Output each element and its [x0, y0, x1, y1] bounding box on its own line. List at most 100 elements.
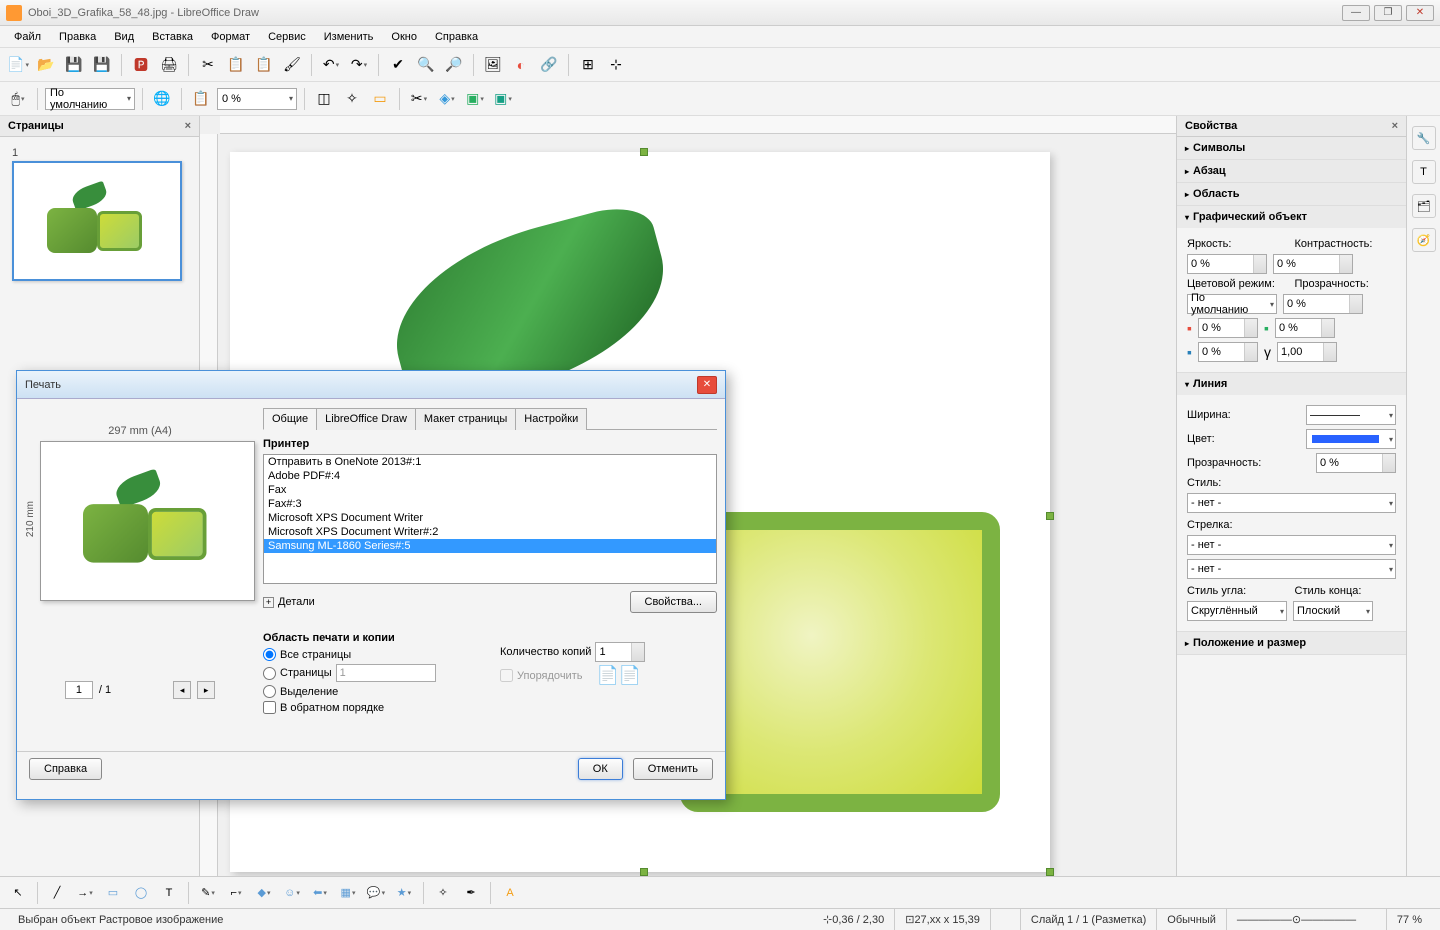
rect-tool[interactable]: ▭ — [101, 881, 125, 905]
undo-button[interactable]: ↶▾ — [319, 53, 343, 77]
section-area[interactable]: ▸Область — [1177, 183, 1406, 205]
green-input[interactable]: 0 % — [1275, 318, 1335, 338]
printer-item[interactable]: Microsoft XPS Document Writer — [264, 511, 716, 525]
block-arrows-tool[interactable]: ⬅▾ — [308, 881, 332, 905]
cut-button[interactable]: ✂ — [196, 53, 220, 77]
blue-input[interactable]: 0 % — [1198, 342, 1258, 362]
printer-item[interactable]: Fax#:3 — [264, 497, 716, 511]
distribute-button[interactable]: ▣▾ — [491, 87, 515, 111]
zoom-button[interactable]: 🔍 — [414, 53, 438, 77]
saveas-button[interactable]: 💾 — [90, 53, 114, 77]
new-button[interactable]: 📄▾ — [6, 53, 30, 77]
arrange-button[interactable]: ▣▾ — [463, 87, 487, 111]
line-transp-input[interactable]: 0 % — [1316, 453, 1396, 473]
stars-tool[interactable]: ★▾ — [392, 881, 416, 905]
radio-pages[interactable] — [263, 667, 276, 680]
page-input[interactable] — [65, 681, 93, 699]
help-button[interactable]: Справка — [29, 758, 102, 780]
pdf-button[interactable]: 🅿 — [129, 53, 153, 77]
align-button[interactable]: ◈▾ — [435, 87, 459, 111]
callout-tool[interactable]: 💬▾ — [364, 881, 388, 905]
pointer-tool[interactable]: ↖ — [6, 881, 30, 905]
save-button[interactable]: 💾 — [62, 53, 86, 77]
menu-insert[interactable]: Вставка — [144, 29, 201, 45]
section-line[interactable]: ▾Линия — [1177, 373, 1406, 395]
details-expander[interactable]: +Детали — [263, 596, 315, 608]
props-close-icon[interactable]: × — [1392, 120, 1398, 132]
open-button[interactable]: 📂 — [34, 53, 58, 77]
gallery-tab-icon[interactable]: 🗂 — [1412, 194, 1436, 218]
tab-layout[interactable]: Макет страницы — [415, 408, 516, 430]
spellcheck-button[interactable]: ✔ — [386, 53, 410, 77]
format-paint-button[interactable]: 🖌 — [280, 53, 304, 77]
navigator-button[interactable]: 🔎 — [442, 53, 466, 77]
section-paragraph[interactable]: ▸Абзац — [1177, 160, 1406, 182]
gluepoints-button[interactable]: 📋 — [189, 87, 213, 111]
page-thumbnail[interactable]: 1 — [12, 147, 187, 281]
shadow-button[interactable]: ▭ — [368, 87, 392, 111]
dialog-close-button[interactable]: ✕ — [697, 376, 717, 394]
cancel-button[interactable]: Отменить — [633, 758, 713, 780]
menu-help[interactable]: Справка — [427, 29, 486, 45]
symbol-shapes-tool[interactable]: ☺▾ — [280, 881, 304, 905]
connector-tool[interactable]: ⌐▾ — [224, 881, 248, 905]
section-position[interactable]: ▸Положение и размер — [1177, 632, 1406, 654]
copy-button[interactable]: 📋 — [224, 53, 248, 77]
image-button[interactable]: 🖼 — [481, 53, 505, 77]
close-button[interactable]: ✕ — [1406, 5, 1434, 21]
fontwork-tool[interactable]: A — [498, 881, 522, 905]
tab-options[interactable]: Настройки — [515, 408, 587, 430]
radio-selection[interactable] — [263, 685, 276, 698]
zoom-slider[interactable]: —————⊙————— — [1227, 909, 1387, 930]
brightness-input[interactable]: 0 % — [1187, 254, 1267, 274]
minimize-button[interactable]: — — [1342, 5, 1370, 21]
glue-tool[interactable]: ✒ — [459, 881, 483, 905]
printer-item[interactable]: Отправить в OneNote 2013#:1 — [264, 455, 716, 469]
next-page-button[interactable]: ▸ — [197, 681, 215, 699]
pages-input[interactable] — [336, 664, 436, 682]
grid-button[interactable]: ⊞ — [576, 53, 600, 77]
printer-list[interactable]: Отправить в OneNote 2013#:1Adobe PDF#:4 F… — [263, 454, 717, 584]
red-input[interactable]: 0 % — [1198, 318, 1258, 338]
points-tool[interactable]: ✧ — [431, 881, 455, 905]
gamma-input[interactable]: 1,00 — [1277, 342, 1337, 362]
printer-item[interactable]: Microsoft XPS Document Writer#:2 — [264, 525, 716, 539]
checkbox-reverse[interactable] — [263, 701, 276, 714]
pages-close-icon[interactable]: × — [185, 120, 191, 132]
redo-button[interactable]: ↷▾ — [347, 53, 371, 77]
percent-combo[interactable]: 0 % — [217, 88, 297, 110]
tab-general[interactable]: Общие — [263, 408, 317, 430]
print-button[interactable]: 🖨 — [157, 53, 181, 77]
text-tool[interactable]: T — [157, 881, 181, 905]
transparency-input[interactable]: 0 % — [1283, 294, 1363, 314]
ellipse-tool[interactable]: ◯ — [129, 881, 153, 905]
menu-edit[interactable]: Правка — [51, 29, 104, 45]
properties-tab-icon[interactable]: 🔧 — [1412, 126, 1436, 150]
styles-tab-icon[interactable]: T — [1412, 160, 1436, 184]
copies-input[interactable]: 1 — [595, 642, 645, 662]
section-symbols[interactable]: ▸Символы — [1177, 137, 1406, 159]
colormode-combo[interactable]: По умолчанию — [1187, 294, 1277, 314]
corner-combo[interactable]: Скруглённый — [1187, 601, 1287, 621]
navigator-tab-icon[interactable]: 🧭 — [1412, 228, 1436, 252]
flowchart-tool[interactable]: ▦▾ — [336, 881, 360, 905]
menu-format[interactable]: Формат — [203, 29, 258, 45]
line-color-combo[interactable] — [1306, 429, 1396, 449]
printer-item[interactable]: Adobe PDF#:4 — [264, 469, 716, 483]
select-tool[interactable]: 🖱▾ — [6, 87, 30, 111]
line-tool[interactable]: ╱ — [45, 881, 69, 905]
line-style-combo[interactable]: - нет - — [1187, 493, 1396, 513]
effects-button[interactable]: ✂▾ — [407, 87, 431, 111]
curve-tool[interactable]: ✎▾ — [196, 881, 220, 905]
cap-combo[interactable]: Плоский — [1293, 601, 1373, 621]
hyperlink-button[interactable]: 🔗 — [537, 53, 561, 77]
arrow-tool[interactable]: →▾ — [73, 881, 97, 905]
radio-all-pages[interactable] — [263, 648, 276, 661]
edit-points-button[interactable]: 🌐 — [150, 87, 174, 111]
basic-shapes-tool[interactable]: ◆▾ — [252, 881, 276, 905]
guides-button[interactable]: ⊹ — [604, 53, 628, 77]
section-graphic[interactable]: ▾Графический объект — [1177, 206, 1406, 228]
prev-page-button[interactable]: ◂ — [173, 681, 191, 699]
printer-properties-button[interactable]: Свойства... — [630, 591, 717, 613]
menu-modify[interactable]: Изменить — [316, 29, 382, 45]
